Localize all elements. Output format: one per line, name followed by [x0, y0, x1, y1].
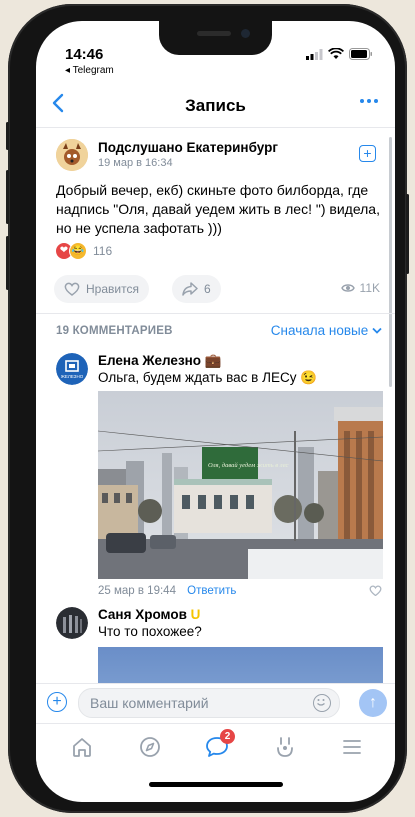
send-arrow-icon[interactable]: ↑ — [359, 689, 387, 717]
group-logo-icon — [56, 139, 88, 171]
chevron-down-icon — [372, 327, 382, 334]
status-time: 14:46 — [65, 46, 104, 63]
eye-icon — [340, 284, 355, 292]
wink-emoji: 😉 — [300, 370, 318, 385]
sort-label: Сначала новые — [270, 323, 369, 338]
avatar[interactable]: ЖЕЛЕЗНО — [56, 353, 88, 385]
home-icon[interactable] — [69, 734, 95, 760]
comment-author[interactable]: Елена Железно 💼 — [98, 353, 222, 369]
home-indicator[interactable] — [149, 782, 283, 787]
author-name: Саня Хромов — [98, 607, 187, 622]
group-name[interactable]: Подслушано Екатеринбург — [98, 140, 278, 155]
comment-text: Что то похожее? — [98, 624, 202, 639]
messages-badge: 2 — [220, 729, 235, 744]
navigation-bar: Запись — [36, 87, 395, 128]
avatar[interactable] — [56, 607, 88, 639]
post-date: 19 мар в 16:34 — [98, 157, 173, 169]
comment-date: 25 мар в 19:44 — [98, 585, 176, 597]
views-counter: 11K — [340, 281, 380, 295]
comment-item: ЖЕЛЕЗНО Елена Железно 💼 Ольга, будем жда… — [56, 353, 383, 603]
heart-outline-icon — [369, 585, 382, 597]
comment-input-bar: + Ваш комментарий ↑ — [36, 683, 395, 722]
post-actions: Нравится 6 11K — [54, 275, 380, 303]
avatar-text: ЖЕЛЕЗНО — [61, 374, 84, 379]
volume-down-button — [6, 236, 9, 290]
scrollbar[interactable] — [389, 137, 392, 387]
attach-plus-icon[interactable]: + — [47, 692, 67, 712]
comments-count: 19 КОММЕНТАРИЕВ — [56, 325, 173, 337]
reply-button[interactable]: Ответить — [187, 585, 236, 597]
share-icon — [182, 282, 198, 296]
notch — [159, 21, 272, 55]
comment-text-body: Ольга, будем ждать вас в ЛЕСу — [98, 370, 297, 385]
post-header: Подслушано Екатеринбург 19 мар в 16:34 + — [56, 137, 376, 173]
briefcase-emoji: 💼 — [204, 353, 222, 368]
screen: 14:46 ◂ Telegram Запись Подслушано Екате… — [36, 21, 395, 802]
reactions-count: 116 — [93, 244, 113, 258]
heart-outline-icon — [64, 282, 80, 296]
like-label: Нравится — [86, 282, 139, 296]
battery-icon — [349, 48, 372, 60]
author-name: Елена Железно — [98, 353, 202, 368]
speaker — [197, 31, 231, 36]
share-count: 6 — [204, 282, 211, 296]
comment-text: Ольга, будем ждать вас в ЛЕСу 😉 — [98, 370, 317, 386]
plus-square-icon[interactable]: + — [359, 145, 376, 162]
wifi-icon — [328, 48, 344, 59]
laugh-reaction-icon: 😂 — [69, 242, 87, 260]
post-text: Добрый вечер, екб) скиньте фото билборда… — [56, 182, 380, 236]
user-photo-icon — [56, 607, 88, 639]
menu-icon[interactable] — [339, 734, 365, 760]
divider — [36, 313, 395, 314]
comment-photo[interactable]: Оля, давай уедем жить в лес — [98, 391, 383, 579]
messages-icon[interactable]: 2 — [204, 729, 235, 760]
phone-frame: 14:46 ◂ Telegram Запись Подслушано Екате… — [6, 4, 409, 813]
comments-header: 19 КОММЕНТАРИЕВ Сначала новые — [56, 323, 382, 343]
like-button[interactable]: Нравится — [54, 275, 149, 303]
explore-icon[interactable] — [137, 734, 163, 760]
clips-icon[interactable] — [272, 734, 298, 760]
back-to-app-link[interactable]: ◂ Telegram — [65, 65, 114, 76]
power-button — [406, 194, 409, 274]
comment-input-placeholder: Ваш комментарий — [90, 695, 209, 711]
views-count: 11K — [359, 281, 380, 295]
comment-like-button[interactable] — [369, 585, 382, 599]
company-logo-icon: ЖЕЛЕЗНО — [56, 353, 88, 385]
signal-icon — [306, 48, 323, 60]
status-icons — [306, 48, 373, 60]
comment-input[interactable]: Ваш комментарий — [78, 688, 340, 718]
comment-author[interactable]: Саня Хромов U — [98, 607, 200, 622]
more-horizontal-icon[interactable] — [359, 91, 379, 116]
mute-switch — [6, 122, 9, 150]
smile-icon[interactable] — [313, 694, 331, 712]
share-button[interactable]: 6 — [172, 275, 221, 303]
group-avatar[interactable] — [56, 139, 88, 171]
billboard-text: Оля, давай уедем жить в лес — [208, 462, 289, 469]
sort-dropdown[interactable]: Сначала новые — [271, 323, 382, 338]
donut-badge-icon: U — [190, 607, 201, 622]
page-title: Запись — [185, 96, 246, 115]
comment-meta: 25 мар в 19:44 Ответить — [98, 585, 236, 597]
billboard-photo: Оля, давай уедем жить в лес — [98, 391, 383, 579]
tab-bar: 2 — [36, 723, 395, 768]
reactions[interactable]: ❤ 😂 116 — [56, 241, 112, 261]
volume-up-button — [6, 170, 9, 224]
camera — [241, 29, 250, 38]
